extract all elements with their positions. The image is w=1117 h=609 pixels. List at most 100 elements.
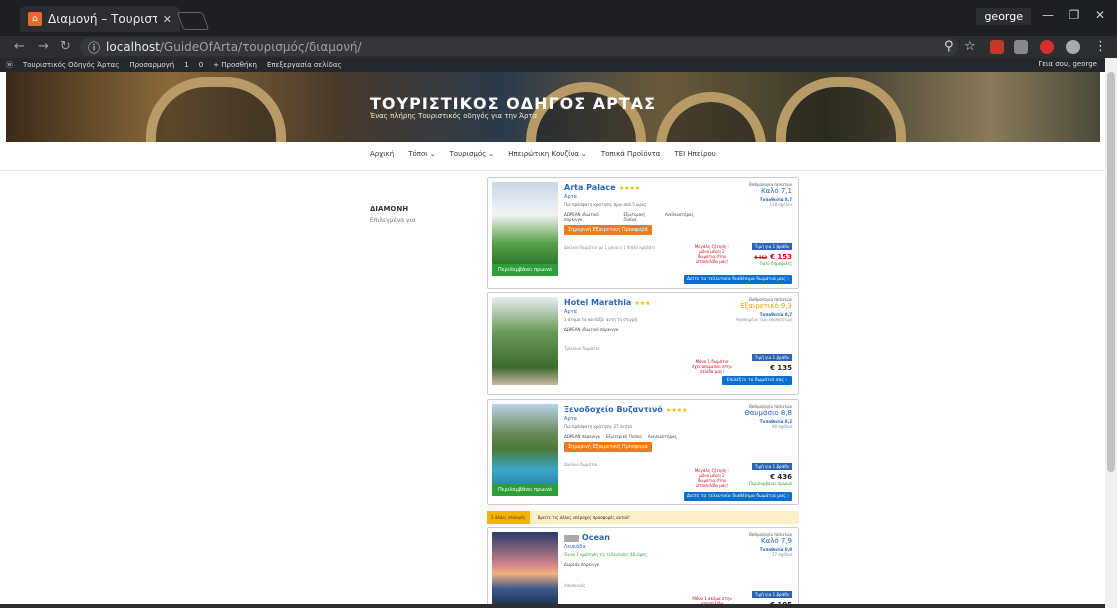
wp-updates[interactable]: 1 (184, 61, 188, 69)
amenity: ΔΩΡΕΑΝ πάρκινγκ (564, 434, 600, 439)
amenity: Ανελκυστήρας (664, 212, 694, 217)
menu-item-products[interactable]: Τοπικά Προϊόντα (601, 150, 661, 158)
reload-icon[interactable]: ↻ (60, 39, 71, 54)
hotel-name[interactable]: Ξενοδοχείο Βυζαντινό (564, 405, 663, 414)
address-bar[interactable]: ⓘ localhost/GuideOfArta/τουρισμός/διαμον… (80, 38, 958, 56)
breakfast-ribbon: Περιλαμβάνει πρωινό (492, 484, 558, 496)
amenity: ΔΩΡΕΑΝ ιδιωτικό πάρκινγκ (564, 212, 599, 222)
zoom-icon[interactable]: ⚲ (944, 39, 954, 54)
extension-cloud-icon[interactable] (1066, 40, 1080, 54)
popular-note: Πολύ δημοφιλές (759, 261, 792, 266)
profile-button[interactable]: george (976, 8, 1031, 25)
wp-site-name[interactable]: Τουριστικός Οδηγός Άρτας (23, 61, 119, 69)
room-type: Αποσκευές (564, 583, 586, 588)
price-tag: Τιμή για 1 βράδυ (751, 354, 792, 361)
hotel-location[interactable]: Λευκάδα (564, 544, 694, 550)
see-rooms-button[interactable]: Δείτε τα τελευταία διαθέσιμα δωμάτιά μας… (684, 492, 792, 501)
price-tag: Τιμή για 1 βράδυ (751, 463, 792, 470)
amenity: Εξωτερική Πισίνα (623, 212, 645, 222)
minimize-icon[interactable]: — (1037, 6, 1059, 24)
demand-note: Μεγάλη ζήτηση - μόνο μένει 2 δωμάτια στη… (694, 244, 730, 264)
price-tag: Τιμή για 1 βράδυ (751, 243, 792, 250)
tab-close-icon[interactable]: ✕ (163, 13, 172, 26)
hotel-photo[interactable] (492, 532, 558, 608)
menu-dots-icon[interactable]: ⋮ (1094, 39, 1107, 54)
hotel-location[interactable]: Άρτα (564, 194, 694, 200)
hotel-photo[interactable] (492, 404, 558, 486)
choose-room-button[interactable]: Επιλέξτε το δωμάτιό σας › (722, 376, 792, 385)
wp-admin-bar: ⓦ Τουριστικός Οδηγός Άρτας Προσαρμογή 1 … (0, 58, 1105, 72)
bridge-arch (776, 77, 906, 142)
browser-titlebar: ⌂ Διαμονή – Τουριστικός Ο ✕ george — ❐ ✕ (0, 0, 1117, 36)
menu-item-cuisine[interactable]: Ηπειρώτικη Κουζίνα ⌄ (508, 150, 587, 158)
hotel-name[interactable]: Arta Palace (564, 183, 616, 192)
room-type: Δίκλινο δωμάτιο με 1 μονό ή 1 διπλό κρεβ… (564, 245, 656, 250)
hotel-location[interactable]: Άρτα (564, 309, 694, 315)
maximize-icon[interactable]: ❐ (1063, 6, 1085, 24)
site-title[interactable]: ΤΟΥΡΙΣΤΙΚΟΣ ΟΔΗΓΟΣ ΑΡΤΑΣ (370, 94, 656, 113)
review-count: Αγαπημένο των επισκεπτών (736, 317, 792, 322)
extension-icon[interactable] (990, 40, 1004, 54)
wp-customize[interactable]: Προσαρμογή (129, 61, 174, 69)
review-count: 77 σχόλια (771, 552, 792, 557)
hotel-card: Hotel Marathia ★★★ Άρτα 1 άτομο το κοιτά… (487, 292, 799, 395)
wp-greeting[interactable]: Γεια σου, george (1038, 60, 1097, 68)
page-scrollbar[interactable] (1105, 58, 1117, 608)
price-tag: Τιμή για 1 βράδυ (751, 591, 792, 598)
review-score[interactable]: Καλό 7,1 (749, 187, 792, 195)
room-type: Δίκλινο δωμάτιο (564, 462, 598, 467)
hotel-name[interactable]: Ocean (582, 533, 610, 542)
wp-comments[interactable]: 0 (199, 61, 203, 69)
review-score[interactable]: Καλό 7,9 (749, 537, 792, 545)
header-banner: ΤΟΥΡΙΣΤΙΚΟΣ ΟΔΗΓΟΣ ΑΡΤΑΣ Ένας πλήρης Του… (6, 72, 1100, 142)
hotel-name[interactable]: Hotel Marathia (564, 298, 631, 307)
hotel-card: Περιλαμβάνει πρωινό Ξενοδοχείο Βυζαντινό… (487, 399, 799, 505)
browser-tab[interactable]: ⌂ Διαμονή – Τουριστικός Ο ✕ (20, 6, 180, 32)
close-window-icon[interactable]: ✕ (1089, 6, 1111, 24)
more-options-label: 5 άλλες επιλογές (487, 511, 530, 524)
price: € 135 (770, 364, 792, 372)
bookmark-star-icon[interactable]: ☆ (964, 39, 976, 54)
menu-item-places[interactable]: Τόποι ⌄ (408, 150, 435, 158)
extension-s-icon[interactable] (1014, 40, 1028, 54)
info-icon[interactable]: ⓘ (88, 39, 100, 56)
review-score[interactable]: Θαυμάσιο 8,8 (744, 409, 792, 417)
hotel-photo[interactable] (492, 182, 558, 264)
sidebar-sub: Επιλεγμένα για (370, 217, 416, 224)
menu-item-home[interactable]: Αρχική (370, 150, 394, 158)
url-path: /GuideOfArta/τουρισμός/διαμονή/ (159, 40, 362, 54)
room-type: Τρίκλινο δωμάτιο (564, 346, 600, 351)
menu-item-tei[interactable]: ΤΕΙ Ηπείρου (674, 150, 715, 158)
scrollbar-thumb[interactable] (1107, 72, 1115, 472)
back-icon[interactable]: ← (14, 39, 25, 54)
chevron-down-icon: ⌄ (581, 150, 587, 158)
breakfast-ribbon: Περιλαμβάνει πρωινό (492, 264, 558, 276)
review-count: 90 σχόλια (771, 424, 792, 429)
amenity: ΔΩΡΕΑΝ ιδιωτικό πάρκινγκ (564, 327, 619, 332)
new-tab-button[interactable] (176, 12, 210, 30)
more-deals-banner[interactable]: 5 άλλες επιλογές Βρείτε τις άλλες υπέροχ… (487, 511, 799, 524)
forward-icon[interactable]: → (38, 39, 49, 54)
price: € 153 (770, 253, 792, 261)
sidebar: ΔΙΑΜΟΝΗ Επιλεγμένα για (370, 205, 416, 224)
see-rooms-button[interactable]: Δείτε τα τελευταία διαθέσιμα δωμάτιά μας… (684, 275, 792, 284)
wp-new[interactable]: + Προσθήκη (213, 61, 257, 69)
star-rating: ★★★★ (618, 185, 641, 192)
wp-logo-icon[interactable]: ⓦ (6, 60, 13, 70)
deal-badge: Σημερινή Εξαιρετική Προσφορά (564, 442, 652, 452)
opera-icon[interactable] (1040, 40, 1054, 54)
wp-edit-page[interactable]: Επεξεργασία σελίδας (267, 61, 342, 69)
chevron-down-icon: ⌄ (429, 150, 436, 158)
hotel-card: Περιλαμβάνει πρωινό Arta Palace ★★★★ Άρτ… (487, 177, 799, 289)
chevron-down-icon: ⌄ (488, 150, 495, 158)
hotel-photo[interactable] (492, 297, 558, 385)
hotel-location[interactable]: Άρτα (564, 416, 694, 422)
price: € 436 (770, 473, 792, 481)
main-menu: Αρχική Τόποι ⌄ Τουρισμός ⌄ Ηπειρώτικη Κουζ… (370, 150, 716, 158)
menu-item-tourism[interactable]: Τουρισμός ⌄ (450, 150, 495, 158)
star-rating: ★★★ (634, 300, 651, 307)
amenity: Εξωτερική Πισίνα (606, 434, 642, 439)
review-score[interactable]: Εξαιρετικό 9,3 (736, 302, 792, 310)
browser-toolbar: ← → ↻ ⓘ localhost/GuideOfArta/τουρισμός/… (0, 36, 1117, 58)
bridge-arch (146, 77, 286, 142)
